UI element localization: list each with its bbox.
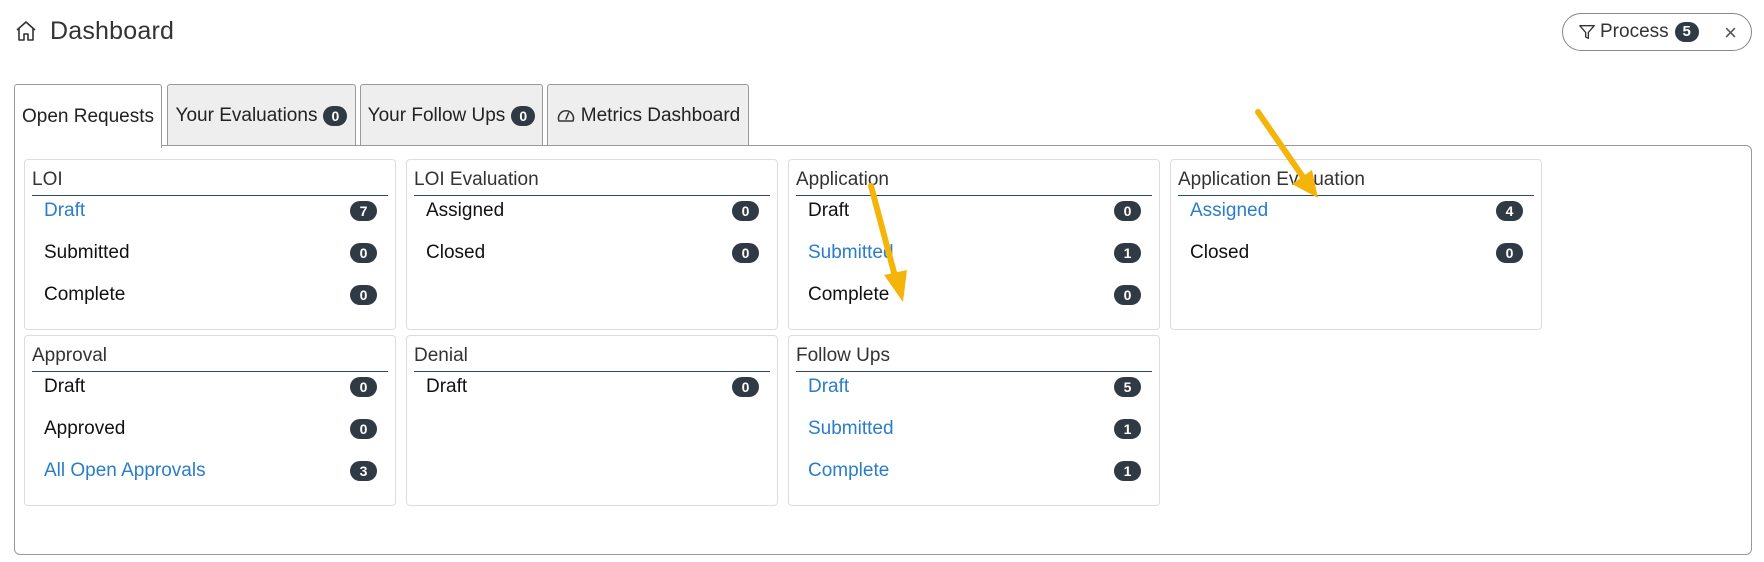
tab-your-evaluations[interactable]: Your Evaluations 0: [167, 84, 356, 146]
filter-icon: [1579, 25, 1595, 39]
application-card: Application Draft 0 Submitted 1 Complete…: [788, 159, 1160, 330]
list-item: Assigned 0: [426, 196, 759, 226]
denial-card: Denial Draft 0: [406, 335, 778, 506]
list-item: Closed 0: [426, 238, 759, 268]
list-item: Complete 0: [808, 280, 1141, 310]
row-label: Draft: [808, 200, 850, 221]
card-title: LOI: [32, 168, 388, 196]
count-badge: 0: [350, 243, 377, 263]
row-label: Draft: [44, 376, 86, 397]
count-badge: 7: [350, 201, 377, 221]
card-title: Follow Ups: [796, 344, 1152, 372]
list-item: Closed 0: [1190, 238, 1523, 268]
list-item[interactable]: Draft 7: [44, 196, 377, 226]
list-item[interactable]: Submitted 1: [808, 238, 1141, 268]
count-badge: 0: [350, 285, 377, 305]
process-filter-chip[interactable]: Process 5 ×: [1562, 13, 1752, 51]
loi-evaluation-card: LOI Evaluation Assigned 0 Closed 0: [406, 159, 778, 330]
row-label: Closed: [426, 242, 486, 263]
tab-count-badge: 0: [323, 105, 348, 126]
gauge-icon: [557, 109, 574, 122]
row-label: Draft: [426, 376, 468, 397]
tab-metrics-dashboard[interactable]: Metrics Dashboard: [547, 84, 749, 146]
card-title: Application: [796, 168, 1152, 196]
close-icon[interactable]: ×: [1724, 20, 1737, 46]
page-title: Dashboard: [50, 16, 175, 45]
row-label[interactable]: Draft: [44, 200, 85, 222]
count-badge: 0: [350, 419, 377, 439]
tab-label: Your Evaluations: [175, 104, 318, 126]
approval-card: Approval Draft 0 Approved 0 All Open App…: [24, 335, 396, 506]
row-label: Approved: [44, 418, 126, 439]
list-item: Complete 0: [44, 280, 377, 310]
count-badge: 1: [1114, 419, 1141, 439]
count-badge: 0: [732, 377, 759, 397]
count-badge: 3: [350, 461, 377, 481]
tab-open-requests[interactable]: Open Requests: [14, 84, 162, 148]
list-item: Approved 0: [44, 414, 377, 444]
count-badge: 0: [1496, 243, 1523, 263]
row-label[interactable]: Complete: [808, 460, 889, 482]
card-title: Approval: [32, 344, 388, 372]
row-label[interactable]: Submitted: [808, 418, 894, 440]
list-item[interactable]: Complete 1: [808, 456, 1141, 486]
count-badge: 0: [732, 243, 759, 263]
count-badge: 0: [350, 377, 377, 397]
row-label: Complete: [44, 284, 126, 305]
row-label[interactable]: Draft: [808, 376, 849, 398]
count-badge: 1: [1114, 461, 1141, 481]
count-badge: 4: [1496, 201, 1523, 221]
tab-label: Metrics Dashboard: [580, 104, 741, 126]
list-item: Draft 0: [808, 196, 1141, 226]
tab-your-follow-ups[interactable]: Your Follow Ups 0: [360, 84, 543, 146]
card-title: Application Evaluation: [1178, 168, 1534, 196]
filter-chip-label: Process: [1600, 21, 1669, 42]
row-label: Submitted: [44, 242, 130, 263]
count-badge: 1: [1114, 243, 1141, 263]
row-label[interactable]: Assigned: [1190, 200, 1268, 222]
follow-ups-card: Follow Ups Draft 5 Submitted 1 Complete …: [788, 335, 1160, 506]
tab-count-badge: 0: [511, 105, 536, 126]
loi-card: LOI Draft 7 Submitted 0 Complete 0: [24, 159, 396, 330]
open-requests-panel: LOI Draft 7 Submitted 0 Complete 0 LOI E…: [14, 145, 1752, 555]
tab-label: Open Requests: [21, 105, 155, 127]
list-item: Draft 0: [426, 372, 759, 402]
list-item: Draft 0: [44, 372, 377, 402]
count-badge: 0: [1114, 201, 1141, 221]
list-item[interactable]: Submitted 1: [808, 414, 1141, 444]
card-title: Denial: [414, 344, 770, 372]
row-label[interactable]: All Open Approvals: [44, 460, 206, 482]
list-item[interactable]: All Open Approvals 3: [44, 456, 377, 486]
list-item[interactable]: Draft 5: [808, 372, 1141, 402]
page-header: Dashboard: [14, 14, 174, 48]
count-badge: 5: [1114, 377, 1141, 397]
list-item: Submitted 0: [44, 238, 377, 268]
home-icon: [16, 21, 36, 41]
list-item[interactable]: Assigned 4: [1190, 196, 1523, 226]
row-label: Complete: [808, 284, 890, 305]
tab-label: Your Follow Ups: [367, 104, 506, 126]
filter-chip-count: 5: [1674, 22, 1699, 42]
count-badge: 0: [1114, 285, 1141, 305]
row-label: Closed: [1190, 242, 1250, 263]
application-evaluation-card: Application Evaluation Assigned 4 Closed…: [1170, 159, 1542, 330]
row-label[interactable]: Submitted: [808, 242, 894, 264]
count-badge: 0: [732, 201, 759, 221]
card-title: LOI Evaluation: [414, 168, 770, 196]
row-label: Assigned: [426, 200, 505, 221]
